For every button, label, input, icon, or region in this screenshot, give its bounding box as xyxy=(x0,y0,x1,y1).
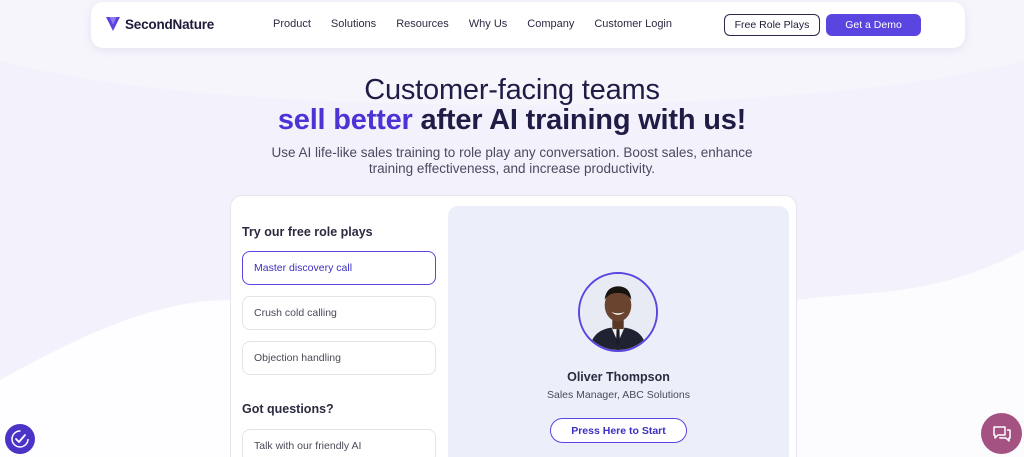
start-roleplay-button[interactable]: Press Here to Start xyxy=(550,418,687,443)
v-shield-logo-icon xyxy=(106,17,120,31)
hero-title-rest: after AI training with us! xyxy=(412,104,747,136)
roleplay-option-discovery[interactable]: Master discovery call xyxy=(242,251,436,285)
nav-item-why-us[interactable]: Why Us xyxy=(469,18,508,30)
hero-title-line2: sell better after AI training with us! xyxy=(0,104,1024,137)
nav-item-customer-login[interactable]: Customer Login xyxy=(594,18,672,30)
accessibility-icon xyxy=(11,430,29,448)
persona-panel: Oliver Thompson Sales Manager, ABC Solut… xyxy=(448,206,789,457)
hero-title-accent: sell better xyxy=(277,104,413,136)
accessibility-button[interactable] xyxy=(5,424,35,454)
roleplay-option-cold-calling[interactable]: Crush cold calling xyxy=(242,296,436,330)
brand-logo[interactable]: SecondNature xyxy=(105,15,214,33)
persona-name: Oliver Thompson xyxy=(567,370,670,384)
roleplay-card: Try our free role plays Master discovery… xyxy=(230,195,797,457)
talk-with-ai-option[interactable]: Talk with our friendly AI xyxy=(242,429,436,457)
chat-widget-button[interactable] xyxy=(981,413,1022,454)
chat-bubbles-icon xyxy=(992,425,1011,442)
free-role-plays-button[interactable]: Free Role Plays xyxy=(724,14,820,36)
roleplay-option-objection[interactable]: Objection handling xyxy=(242,341,436,375)
questions-section-title: Got questions? xyxy=(242,402,334,416)
roleplay-section-title: Try our free role plays xyxy=(242,225,373,239)
hero-title-line1: Customer-facing teams xyxy=(364,74,660,106)
get-demo-button[interactable]: Get a Demo xyxy=(826,14,921,36)
persona-role: Sales Manager, ABC Solutions xyxy=(546,389,690,401)
nav-item-product[interactable]: Product xyxy=(273,18,311,30)
person-portrait-icon xyxy=(580,274,656,350)
hero-subtitle: Use AI life-like sales training to role … xyxy=(271,145,753,176)
avatar xyxy=(578,272,658,352)
nav-item-solutions[interactable]: Solutions xyxy=(331,18,376,30)
main-menu: Product Solutions Resources Why Us Compa… xyxy=(273,18,692,30)
brand-name: SecondNature xyxy=(125,16,215,32)
nav-item-resources[interactable]: Resources xyxy=(396,18,449,30)
top-navigation: SecondNature Product Solutions Resources… xyxy=(91,2,965,48)
nav-item-company[interactable]: Company xyxy=(527,18,574,30)
